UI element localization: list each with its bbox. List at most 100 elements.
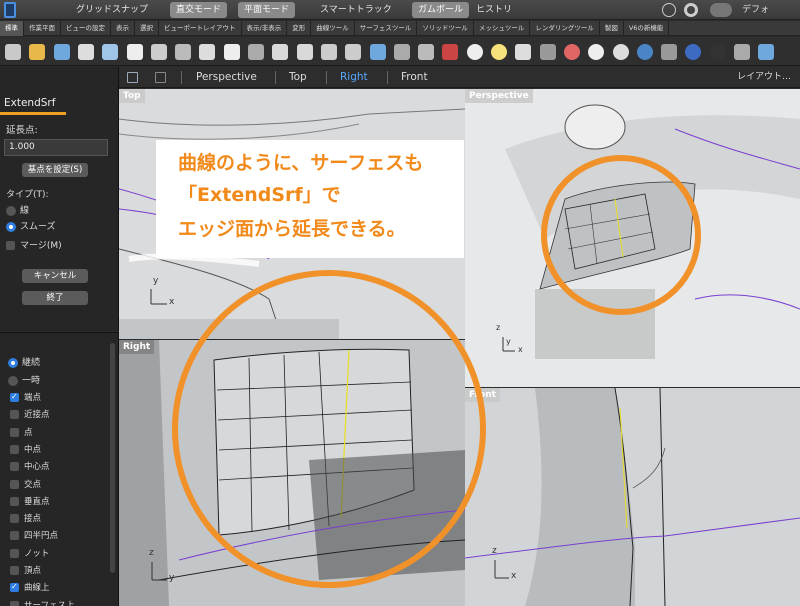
viewport-front[interactable]: Front z x xyxy=(465,388,800,606)
osnap-checkbox[interactable]: 曲線上 xyxy=(10,580,50,595)
print-icon[interactable] xyxy=(77,44,94,60)
undo-icon[interactable] xyxy=(199,44,216,60)
render-sphere-icon[interactable] xyxy=(612,44,629,60)
mode-grid-snap[interactable]: グリッドスナップ xyxy=(70,2,154,18)
globe-icon[interactable] xyxy=(636,44,653,60)
set-base-point-button[interactable]: 基点を設定(S) xyxy=(22,163,88,177)
copy-icon[interactable] xyxy=(150,44,167,60)
toolbar-tab[interactable]: 表示 xyxy=(111,21,135,36)
new-file-icon[interactable] xyxy=(5,44,21,60)
toolbar-tab[interactable]: ビューポートレイアウト xyxy=(159,21,242,36)
toolbar-tab[interactable]: メッシュツール xyxy=(474,21,531,36)
save-icon[interactable] xyxy=(53,44,70,60)
command-name: ExtendSrf xyxy=(4,97,56,109)
dark-sphere-icon[interactable] xyxy=(709,44,726,60)
app-icon[interactable] xyxy=(4,2,16,18)
axis-label: y xyxy=(506,337,511,346)
osnap-checkbox[interactable]: 垂直点 xyxy=(10,495,50,509)
plane-icon[interactable] xyxy=(393,44,410,60)
osnap-checkbox[interactable]: 交点 xyxy=(10,478,41,492)
osnap-checkbox[interactable]: 四半円点 xyxy=(10,529,58,543)
osnap-checkbox[interactable]: サーフェス上 xyxy=(10,599,75,606)
mode-gumball[interactable]: ガムボール xyxy=(412,2,470,18)
color-wheel-icon[interactable] xyxy=(563,44,580,60)
mode-history[interactable]: ヒストリ xyxy=(470,2,518,18)
osnap-checkbox[interactable]: 点 xyxy=(10,426,33,440)
osnap-checkbox[interactable]: 接点 xyxy=(10,512,41,526)
finish-button[interactable]: 終了 xyxy=(22,291,88,305)
option-label: 中心点 xyxy=(24,462,50,473)
shield-icon[interactable] xyxy=(539,44,556,60)
grid-options-icon[interactable] xyxy=(418,44,435,60)
mode-smarttrack[interactable]: スマートトラック xyxy=(314,2,398,18)
layout-menu[interactable]: レイアウト… xyxy=(737,67,791,88)
single-viewport-icon[interactable] xyxy=(127,72,138,83)
cut-icon[interactable] xyxy=(126,44,143,60)
toolbar-tab[interactable]: ビューの設定 xyxy=(61,21,111,36)
axis-label: x xyxy=(169,297,175,307)
zoom-icon[interactable] xyxy=(272,44,289,60)
osnap-checkbox[interactable]: 近接点 xyxy=(10,408,50,422)
mode-ortho[interactable]: 直交モード xyxy=(170,2,228,18)
layer-dropdown[interactable]: デフォ xyxy=(742,2,769,18)
toolbar-tab[interactable]: 標準 xyxy=(0,21,24,36)
toggle-switch[interactable] xyxy=(710,3,732,17)
type-option-line[interactable]: 線 xyxy=(6,205,29,217)
option-label: 四半円点 xyxy=(24,531,59,542)
tab-top[interactable]: Top xyxy=(289,67,307,88)
select-icon[interactable] xyxy=(515,44,532,60)
toolbar-tab[interactable]: 選択 xyxy=(135,21,159,36)
toolbar-tab[interactable]: 変形 xyxy=(287,21,312,36)
four-view-icon[interactable] xyxy=(369,44,386,60)
rotate-view-icon[interactable] xyxy=(248,44,264,60)
extension-value-field[interactable]: 1.000 xyxy=(4,139,108,156)
option-label: ノット xyxy=(24,548,50,559)
pan-hand-icon[interactable] xyxy=(223,44,240,60)
toolbar-tab[interactable]: サーフェスツール xyxy=(355,21,418,36)
viewport-label: Right xyxy=(119,340,155,354)
checkbox-icon xyxy=(10,548,19,558)
zoom-extents-icon[interactable] xyxy=(320,44,337,60)
sphere-icon[interactable] xyxy=(588,44,605,60)
merge-checkbox[interactable]: マージ(M) xyxy=(6,240,62,252)
box-icon[interactable] xyxy=(661,44,678,60)
osnap-checkbox[interactable]: 端点 xyxy=(10,390,42,405)
help-icon[interactable] xyxy=(758,44,775,60)
toolbar-tab[interactable]: ソリッドツール xyxy=(417,21,474,36)
toolbar-tab[interactable]: 表示/非表示 xyxy=(242,21,288,36)
layer-icon[interactable] xyxy=(102,44,119,60)
paste-icon[interactable] xyxy=(175,44,192,60)
light-icon[interactable] xyxy=(491,44,507,60)
toolbar-tab[interactable]: 製図 xyxy=(600,21,624,36)
checkbox-icon xyxy=(10,427,19,437)
option-label: 端点 xyxy=(24,393,42,403)
type-option-smooth[interactable]: スムーズ xyxy=(6,221,56,233)
gear-icon[interactable] xyxy=(734,44,750,60)
record-icon[interactable] xyxy=(684,3,698,17)
toolbar-tab[interactable]: V6の新機能 xyxy=(624,21,670,36)
osnap-mode-option[interactable]: 一時 xyxy=(8,375,40,387)
mode-planar[interactable]: 平面モード xyxy=(238,2,296,18)
osnap-checkbox[interactable]: 中心点 xyxy=(10,460,50,474)
zoom-window-icon[interactable] xyxy=(296,44,313,60)
toolbar-tab[interactable]: 作業平面 xyxy=(24,21,61,36)
osnap-checkbox[interactable]: 中点 xyxy=(10,443,41,457)
toolbar-tab[interactable]: 曲線ツール xyxy=(311,21,355,36)
osnap-checkbox[interactable]: 頂点 xyxy=(10,564,41,578)
toolbar-tab[interactable]: レンダリングツール xyxy=(530,21,600,36)
scrollbar[interactable] xyxy=(110,343,115,573)
tab-front[interactable]: Front xyxy=(401,67,428,88)
tab-perspective[interactable]: Perspective xyxy=(196,67,257,88)
car-material-icon[interactable] xyxy=(442,44,459,60)
four-viewport-icon[interactable] xyxy=(155,72,166,83)
osnap-mode-option[interactable]: 継続 xyxy=(8,357,40,369)
open-file-icon[interactable] xyxy=(29,44,46,60)
zoom-selected-icon[interactable] xyxy=(345,44,362,60)
option-label: マージ(M) xyxy=(20,241,62,251)
tab-right[interactable]: Right xyxy=(340,67,368,88)
blue-sphere-icon[interactable] xyxy=(685,44,702,60)
cancel-button[interactable]: キャンセル xyxy=(22,269,88,283)
osnap-checkbox[interactable]: ノット xyxy=(10,547,49,561)
point-icon[interactable] xyxy=(466,44,483,60)
osnap-toggle-icon[interactable] xyxy=(662,3,676,17)
